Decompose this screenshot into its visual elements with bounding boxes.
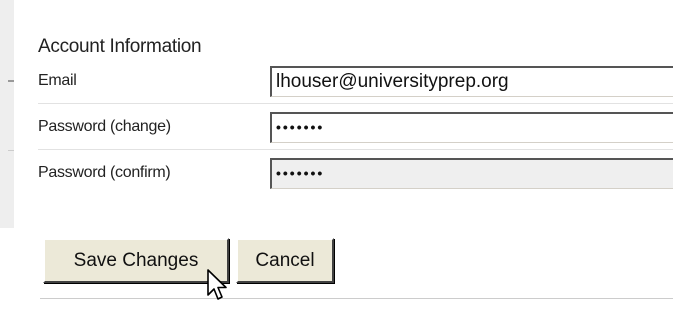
password-change-label: Password (change): [38, 118, 171, 135]
email-field[interactable]: lhouser@universityprep.org: [270, 66, 673, 97]
password-confirm-field[interactable]: •••••••: [270, 158, 673, 189]
mouse-pointer-icon: [207, 269, 227, 300]
rail-divider: [8, 150, 14, 151]
password-change-row: Password (change) •••••••: [38, 104, 673, 149]
password-confirm-row: Password (confirm) •••••••: [38, 150, 673, 195]
account-settings-page: Account Information Email lhouser@univer…: [0, 0, 673, 318]
section-title: Account Information: [38, 36, 202, 57]
left-rail: [0, 0, 14, 228]
email-row: Email lhouser@universityprep.org: [38, 58, 673, 103]
save-changes-button[interactable]: Save Changes: [43, 238, 229, 283]
password-change-field[interactable]: •••••••: [270, 112, 673, 143]
email-label: Email: [38, 72, 77, 89]
cancel-button[interactable]: Cancel: [236, 238, 334, 283]
account-form: Account Information Email lhouser@univer…: [20, 0, 673, 225]
bottom-divider: [40, 298, 673, 299]
password-confirm-label: Password (confirm): [38, 164, 171, 181]
rail-divider: [8, 80, 14, 82]
